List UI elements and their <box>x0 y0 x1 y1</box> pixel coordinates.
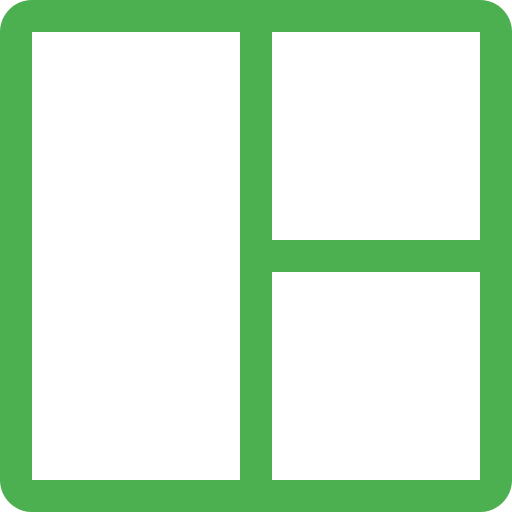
layout-icon <box>0 0 512 512</box>
bottom-right-panel <box>272 272 480 480</box>
top-right-panel <box>272 32 480 240</box>
layout-icon-container <box>0 0 512 512</box>
left-panel <box>32 32 240 480</box>
